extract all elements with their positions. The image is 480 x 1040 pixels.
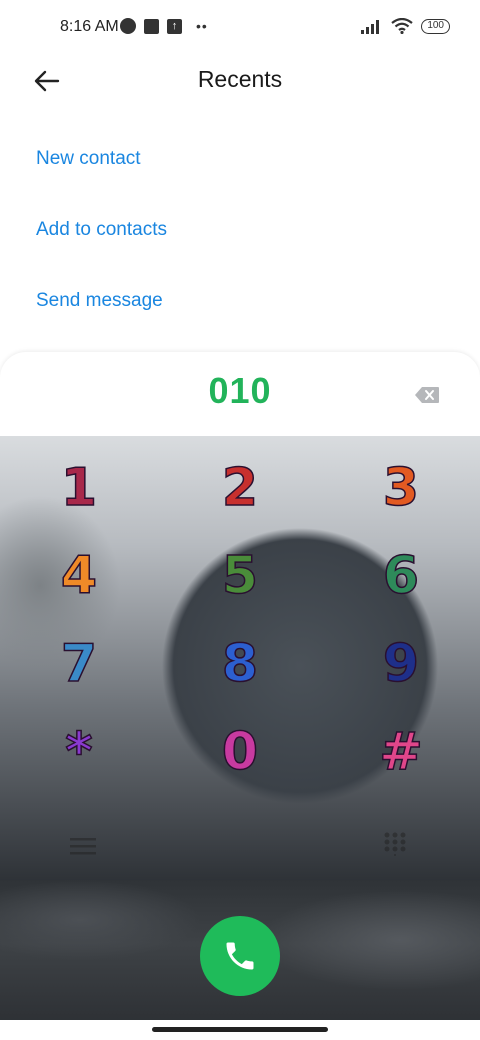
notification-icons: ↑ •• bbox=[120, 18, 208, 34]
new-contact-link[interactable]: New contact bbox=[36, 148, 141, 170]
keypad-toggle-icon[interactable] bbox=[384, 832, 406, 856]
status-bar: 8:16 AM ↑ •• 100 bbox=[0, 0, 480, 56]
dialed-number: 010 bbox=[208, 370, 272, 411]
key-4[interactable]: 4 bbox=[34, 540, 124, 612]
navigation-bar bbox=[0, 1020, 480, 1040]
home-gesture-handle[interactable] bbox=[152, 1027, 328, 1032]
send-message-link[interactable]: Send message bbox=[36, 290, 163, 312]
key-7[interactable]: 7 bbox=[34, 628, 124, 700]
key-1[interactable]: 1 bbox=[34, 452, 124, 524]
battery-icon: 100 bbox=[421, 18, 450, 34]
phone-screen: 8:16 AM ↑ •• 100 Recents New contact Add… bbox=[0, 0, 480, 1040]
wifi-icon bbox=[391, 18, 413, 34]
key-5[interactable]: 5 bbox=[195, 540, 285, 612]
key-0[interactable]: 0 bbox=[195, 716, 285, 788]
signal-icon bbox=[361, 20, 380, 34]
square-notification-icon bbox=[144, 18, 159, 34]
upload-icon: ↑ bbox=[167, 18, 182, 34]
page-title: Recents bbox=[197, 66, 283, 92]
backspace-icon[interactable] bbox=[414, 386, 440, 404]
key-3[interactable]: 3 bbox=[356, 452, 446, 524]
app-notification-icon bbox=[120, 18, 136, 34]
menu-icon[interactable] bbox=[70, 836, 96, 856]
key-star[interactable]: * bbox=[34, 716, 124, 788]
system-icons: 100 bbox=[361, 18, 450, 34]
key-8[interactable]: 8 bbox=[195, 628, 285, 700]
dialer-panel: 010 1 2 3 4 5 6 7 8 9 * 0 # bbox=[0, 352, 480, 1040]
add-to-contacts-link[interactable]: Add to contacts bbox=[36, 219, 167, 241]
call-button[interactable] bbox=[200, 916, 280, 996]
more-notifications-icon: •• bbox=[196, 18, 208, 34]
key-hash[interactable]: # bbox=[356, 716, 446, 788]
key-6[interactable]: 6 bbox=[356, 540, 446, 612]
key-2[interactable]: 2 bbox=[195, 452, 285, 524]
key-9[interactable]: 9 bbox=[356, 628, 446, 700]
status-time: 8:16 AM bbox=[60, 18, 119, 35]
phone-icon bbox=[226, 942, 254, 970]
